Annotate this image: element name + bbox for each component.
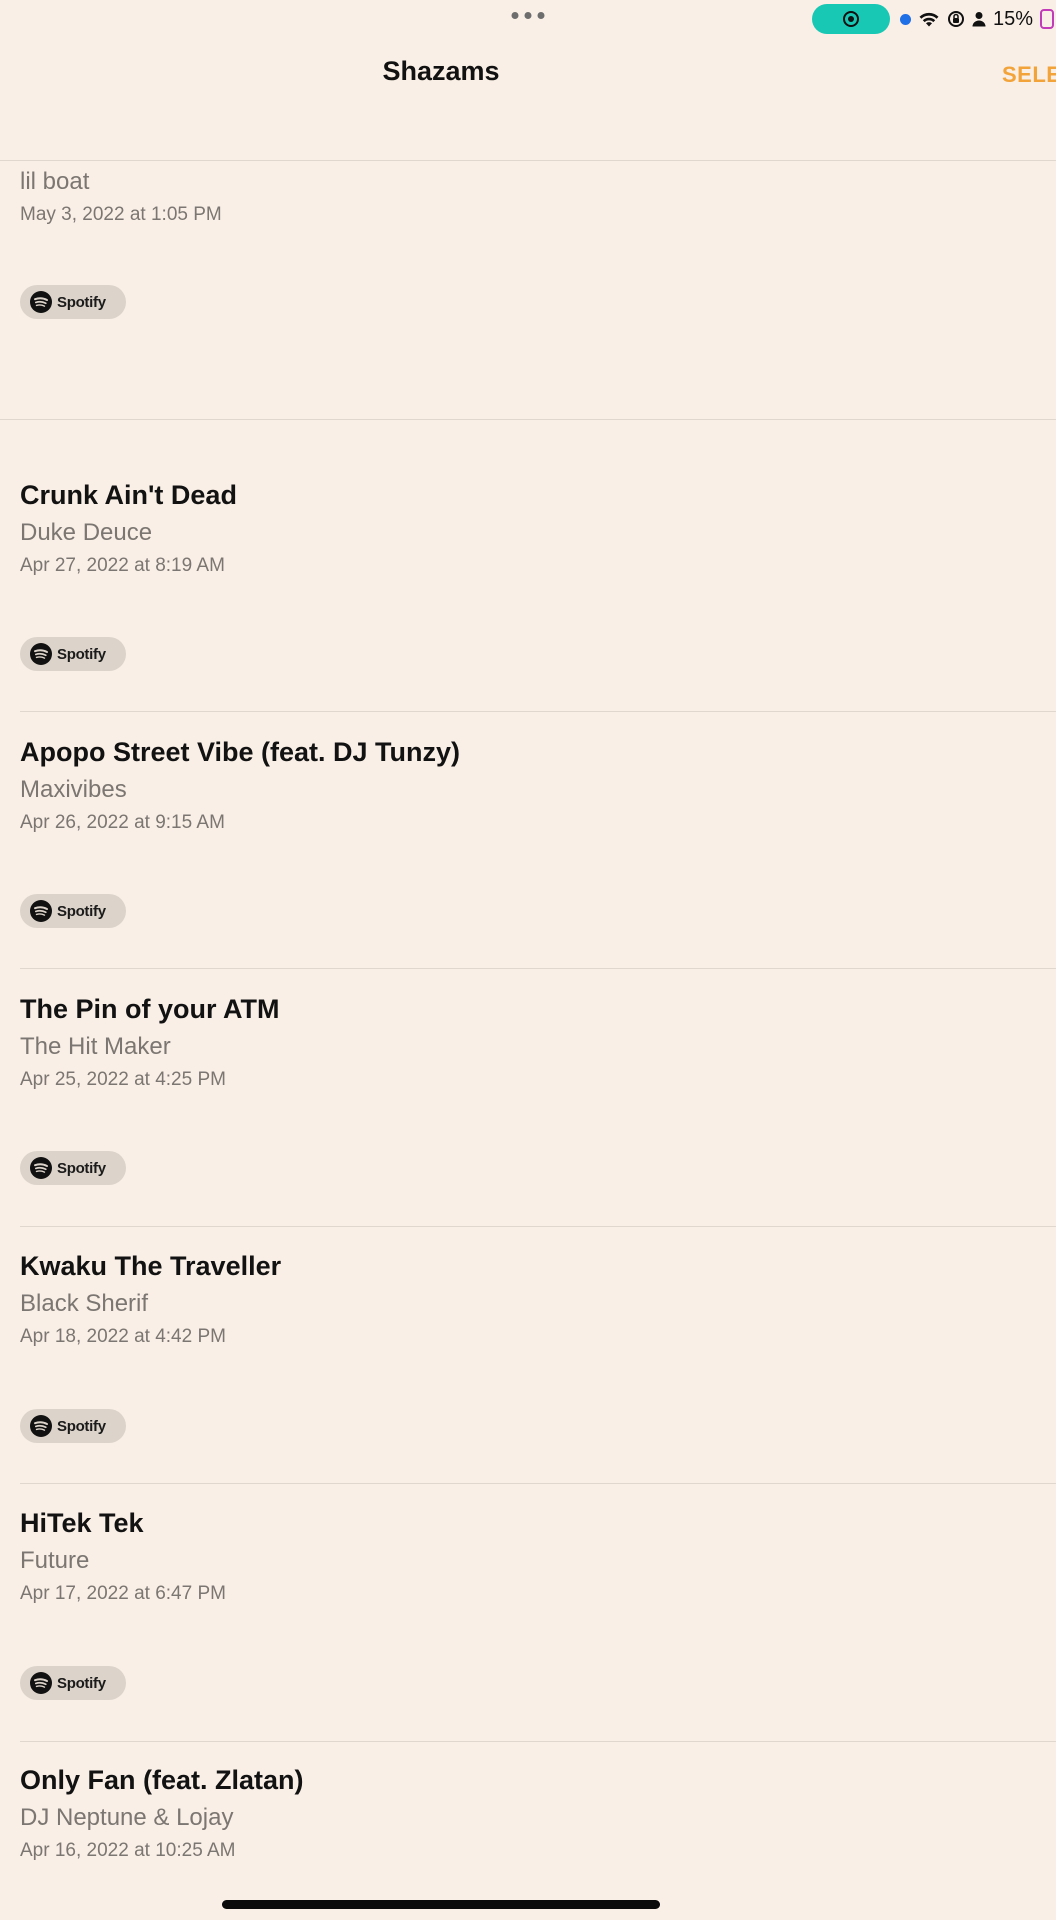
item-date: Apr 17, 2022 at 6:47 PM — [20, 1583, 226, 1604]
spotify-label: Spotify — [57, 293, 106, 311]
battery-percentage: 15% — [993, 7, 1034, 30]
status-bar: 15% — [0, 0, 1056, 40]
divider — [0, 419, 1056, 420]
battery-icon — [1040, 9, 1055, 29]
wifi-icon — [919, 12, 939, 27]
spotify-icon — [30, 1415, 52, 1437]
item-date: Apr 26, 2022 at 9:15 AM — [20, 812, 225, 833]
person-icon — [972, 12, 986, 27]
item-artist: Black Sherif — [20, 1290, 149, 1317]
list-item[interactable]: Only Fan (feat. Zlatan) DJ Neptune & Loj… — [20, 1765, 1056, 1862]
spotify-label: Spotify — [57, 1417, 106, 1435]
list-item[interactable]: lil boat May 3, 2022 at 1:05 PM — [20, 168, 1056, 226]
item-artist: DJ Neptune & Lojay — [20, 1804, 234, 1831]
list-item[interactable]: Apopo Street Vibe (feat. DJ Tunzy) Maxiv… — [20, 737, 1056, 834]
divider — [20, 711, 1056, 712]
spotify-button[interactable]: Spotify — [20, 894, 126, 928]
list-item[interactable]: The Pin of your ATM The Hit Maker Apr 25… — [20, 994, 1056, 1091]
item-artist: Maxivibes — [20, 776, 127, 803]
spotify-label: Spotify — [57, 902, 106, 920]
item-artist: lil boat — [20, 168, 90, 195]
item-title: The Pin of your ATM — [20, 994, 280, 1024]
list-item[interactable]: Kwaku The Traveller Black Sherif Apr 18,… — [20, 1251, 1056, 1348]
item-title: Kwaku The Traveller — [20, 1251, 282, 1281]
spotify-label: Spotify — [57, 1674, 106, 1692]
record-icon — [843, 11, 859, 27]
spotify-button[interactable]: Spotify — [20, 1151, 126, 1185]
status-icons: 15% — [900, 6, 1055, 32]
orientation-lock-icon — [948, 11, 964, 27]
item-date: Apr 18, 2022 at 4:42 PM — [20, 1326, 226, 1347]
spotify-button[interactable]: Spotify — [20, 1409, 126, 1443]
item-title: Only Fan (feat. Zlatan) — [20, 1765, 304, 1795]
item-artist: Future — [20, 1547, 90, 1574]
location-dot-icon — [900, 13, 911, 25]
item-date: May 3, 2022 at 1:05 PM — [20, 204, 222, 225]
item-date: Apr 25, 2022 at 4:25 PM — [20, 1069, 226, 1090]
list-item[interactable]: Crunk Ain't Dead Duke Deuce Apr 27, 2022… — [20, 480, 1056, 577]
item-date: Apr 16, 2022 at 10:25 AM — [20, 1840, 236, 1861]
spotify-label: Spotify — [57, 1159, 106, 1177]
spotify-icon — [30, 1157, 52, 1179]
spotify-icon — [30, 291, 52, 313]
item-title: HiTek Tek — [20, 1508, 144, 1538]
list-item[interactable]: HiTek Tek Future Apr 17, 2022 at 6:47 PM — [20, 1508, 1056, 1605]
spotify-button[interactable]: Spotify — [20, 637, 126, 671]
select-button[interactable]: SELE — [1002, 62, 1056, 88]
spotify-icon — [30, 900, 52, 922]
divider — [20, 968, 1056, 969]
item-date: Apr 27, 2022 at 8:19 AM — [20, 555, 225, 576]
spotify-icon — [30, 643, 52, 665]
spotify-label: Spotify — [57, 645, 106, 663]
page-title: Shazams — [382, 56, 500, 86]
divider — [20, 1741, 1056, 1742]
spotify-icon — [30, 1672, 52, 1694]
navigation-bar: Shazams SELE — [0, 40, 1056, 161]
spotify-button[interactable]: Spotify — [20, 1666, 126, 1700]
spotify-button[interactable]: Spotify — [20, 285, 126, 319]
home-indicator[interactable] — [222, 1900, 660, 1909]
divider — [20, 1483, 1056, 1484]
item-title: Apopo Street Vibe (feat. DJ Tunzy) — [20, 737, 461, 767]
item-artist: Duke Deuce — [20, 519, 153, 546]
item-artist: The Hit Maker — [20, 1033, 171, 1060]
multitasking-dots-icon[interactable] — [511, 12, 545, 19]
divider — [20, 1226, 1056, 1227]
screen-recording-indicator[interactable] — [812, 4, 890, 34]
item-title: Crunk Ain't Dead — [20, 480, 237, 510]
